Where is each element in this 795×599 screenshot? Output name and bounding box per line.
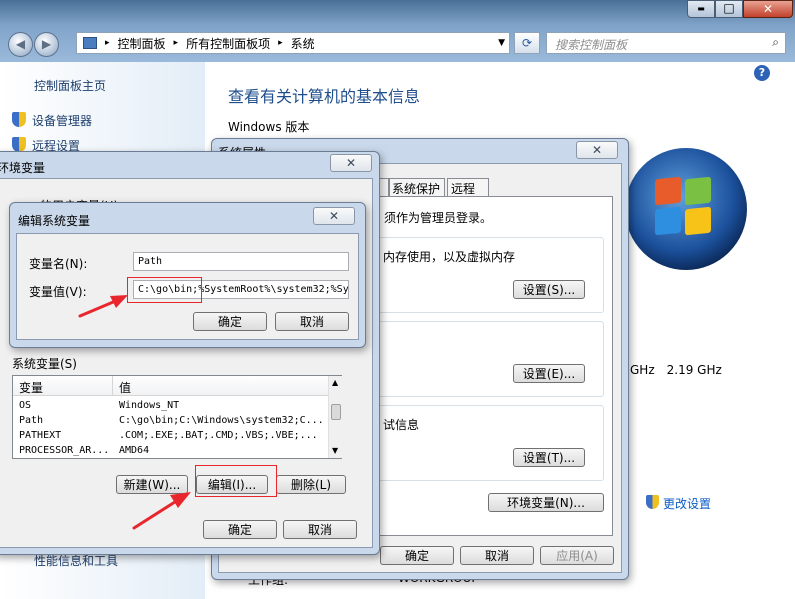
annotation-arrow-edit [132, 492, 191, 530]
annotation-arrow-value [78, 295, 128, 318]
annotation-arrows [78, 295, 191, 530]
